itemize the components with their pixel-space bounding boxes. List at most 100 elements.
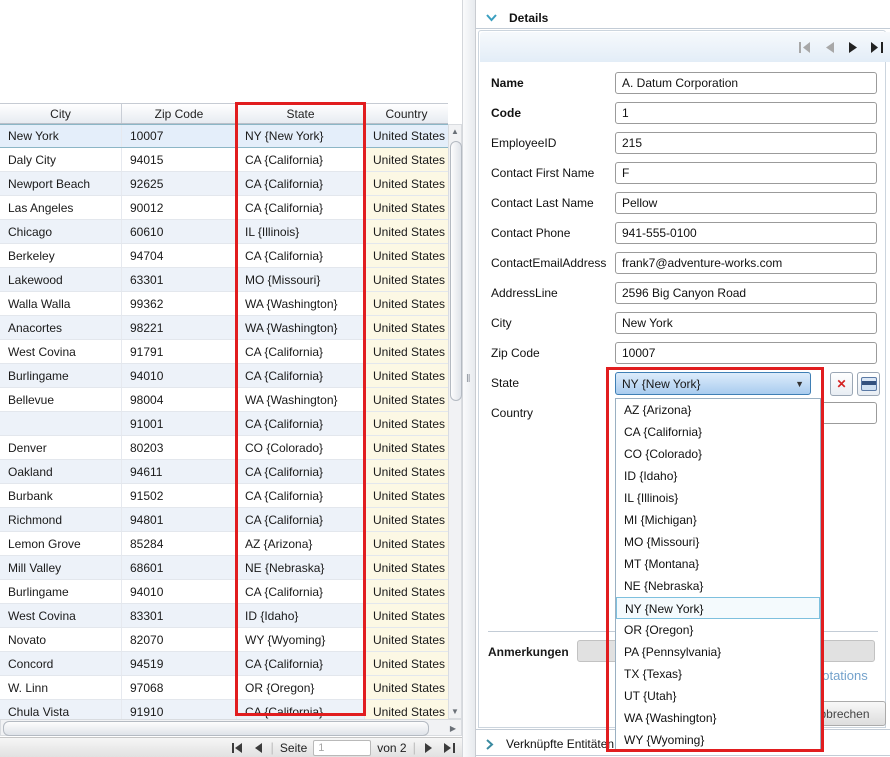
next-page-button[interactable] xyxy=(422,742,436,754)
state-option[interactable]: TX {Texas} xyxy=(616,663,820,685)
field-input-addressline[interactable] xyxy=(615,282,877,304)
state-option[interactable]: MT {Montana} xyxy=(616,553,820,575)
state-option[interactable]: AZ {Arizona} xyxy=(616,399,820,421)
panel-splitter[interactable]: ‖ xyxy=(462,0,476,757)
field-input-name[interactable] xyxy=(615,72,877,94)
vertical-scrollbar[interactable]: ▲ ▼ xyxy=(448,124,462,719)
next-page-icon xyxy=(425,743,433,753)
vertical-scrollbar-thumb[interactable] xyxy=(450,141,462,401)
scroll-down-icon[interactable]: ▼ xyxy=(449,707,461,716)
field-input-zip-code[interactable] xyxy=(615,342,877,364)
table-row[interactable]: W. Linn97068OR {Oregon}United States xyxy=(0,676,448,700)
cell-city: Mill Valley xyxy=(0,556,122,579)
state-combobox[interactable]: NY {New York} ▼ xyxy=(615,372,811,395)
prev-record-button[interactable] xyxy=(822,40,836,54)
state-option[interactable]: MO {Missouri} xyxy=(616,531,820,553)
cell-city: Walla Walla xyxy=(0,292,122,315)
first-record-button[interactable] xyxy=(798,40,812,54)
cell-zip: 99362 xyxy=(122,292,237,315)
cell-zip: 94801 xyxy=(122,508,237,531)
details-title: Details xyxy=(509,11,548,25)
table-row[interactable]: Berkeley94704CA {California}United State… xyxy=(0,244,448,268)
cell-zip: 94010 xyxy=(122,580,237,603)
last-record-button[interactable] xyxy=(870,40,884,54)
table-row[interactable]: Novato82070WY {Wyoming}United States xyxy=(0,628,448,652)
cell-zip: 60610 xyxy=(122,220,237,243)
field-input-contactemailaddress[interactable] xyxy=(615,252,877,274)
field-input-city[interactable] xyxy=(615,312,877,334)
cell-city: Lakewood xyxy=(0,268,122,291)
table-row[interactable]: 91001CA {California}United States xyxy=(0,412,448,436)
prev-page-button[interactable] xyxy=(251,742,265,754)
column-header-zip-code[interactable]: Zip Code xyxy=(122,104,237,123)
horizontal-scrollbar-thumb[interactable] xyxy=(3,721,429,736)
clear-state-button[interactable]: ✕ xyxy=(830,372,853,396)
field-input-code[interactable] xyxy=(615,102,877,124)
next-record-icon xyxy=(849,42,858,53)
table-row[interactable]: Bellevue98004WA {Washington}United State… xyxy=(0,388,448,412)
horizontal-scrollbar[interactable]: ▶ xyxy=(0,719,462,736)
cell-country: United States xyxy=(365,460,448,483)
first-page-button[interactable] xyxy=(231,742,245,754)
table-row[interactable]: Oakland94611CA {California}United States xyxy=(0,460,448,484)
cell-country: United States xyxy=(365,508,448,531)
table-row[interactable]: Denver80203CO {Colorado}United States xyxy=(0,436,448,460)
state-option[interactable]: PA {Pennsylvania} xyxy=(616,641,820,663)
table-row[interactable]: Newport Beach92625CA {California}United … xyxy=(0,172,448,196)
state-option[interactable]: OR {Oregon} xyxy=(616,619,820,641)
table-row[interactable]: Lemon Grove85284AZ {Arizona}United State… xyxy=(0,532,448,556)
field-label-contact-first-name: Contact First Name xyxy=(491,166,594,180)
table-row[interactable]: Concord94519CA {California}United States xyxy=(0,652,448,676)
state-option[interactable]: NE {Nebraska} xyxy=(616,575,820,597)
pager-bar: | Seite von 2 | xyxy=(0,737,462,757)
field-input-contact-first-name[interactable] xyxy=(615,162,877,184)
last-page-button[interactable] xyxy=(442,742,456,754)
table-row[interactable]: West Covina91791CA {California}United St… xyxy=(0,340,448,364)
table-row[interactable]: Walla Walla99362WA {Washington}United St… xyxy=(0,292,448,316)
state-option[interactable]: ID {Idaho} xyxy=(616,465,820,487)
state-option[interactable]: MI {Michigan} xyxy=(616,509,820,531)
table-row[interactable]: Burlingame94010CA {California}United Sta… xyxy=(0,580,448,604)
scroll-right-icon[interactable]: ▶ xyxy=(447,724,459,733)
cell-city: Oakland xyxy=(0,460,122,483)
next-record-button[interactable] xyxy=(846,40,860,54)
table-row[interactable]: Richmond94801CA {California}United State… xyxy=(0,508,448,532)
table-row[interactable]: West Covina83301ID {Idaho}United States xyxy=(0,604,448,628)
scroll-up-icon[interactable]: ▲ xyxy=(449,127,461,136)
state-option[interactable]: CA {California} xyxy=(616,421,820,443)
table-row[interactable]: Burlingame94010CA {California}United Sta… xyxy=(0,364,448,388)
state-option[interactable]: IL {Illinois} xyxy=(616,487,820,509)
state-option[interactable]: UT {Utah} xyxy=(616,685,820,707)
table-row[interactable]: Mill Valley68601NE {Nebraska}United Stat… xyxy=(0,556,448,580)
cell-city: Concord xyxy=(0,652,122,675)
cell-state: MO {Missouri} xyxy=(237,268,365,291)
column-header-city[interactable]: City xyxy=(0,104,122,123)
column-header-country[interactable]: Country xyxy=(365,104,448,123)
field-input-contact-last-name[interactable] xyxy=(615,192,877,214)
state-option[interactable]: WY {Wyoming} xyxy=(616,729,820,751)
column-header-state[interactable]: State xyxy=(237,104,365,123)
grid-body: New York10007NY {New York}United StatesD… xyxy=(0,124,448,719)
chevron-right-icon xyxy=(486,739,494,750)
field-input-contact-phone[interactable] xyxy=(615,222,877,244)
table-row[interactable]: Anacortes98221WA {Washington}United Stat… xyxy=(0,316,448,340)
field-row-contactemailaddress: ContactEmailAddress xyxy=(479,252,887,276)
table-row[interactable]: Las Angeles90012CA {California}United St… xyxy=(0,196,448,220)
table-row[interactable]: Lakewood63301MO {Missouri}United States xyxy=(0,268,448,292)
state-option[interactable]: CO {Colorado} xyxy=(616,443,820,465)
cell-state: CA {California} xyxy=(237,700,365,719)
record-nav-strip xyxy=(480,32,890,62)
table-row[interactable]: New York10007NY {New York}United States xyxy=(0,124,448,148)
state-option[interactable]: NY {New York} xyxy=(616,597,820,619)
details-expander[interactable]: Details xyxy=(478,8,888,28)
table-row[interactable]: Burbank91502CA {California}United States xyxy=(0,484,448,508)
page-number-input[interactable] xyxy=(313,740,371,756)
open-lookup-button[interactable] xyxy=(857,372,880,396)
table-row[interactable]: Daly City94015CA {California}United Stat… xyxy=(0,148,448,172)
state-option[interactable]: WA {Washington} xyxy=(616,707,820,729)
annotations-link[interactable]: notations xyxy=(815,668,868,683)
field-input-employeeid[interactable] xyxy=(615,132,877,154)
table-row[interactable]: Chula Vista91910CA {California}United St… xyxy=(0,700,448,719)
state-field-label: State xyxy=(491,376,519,390)
table-row[interactable]: Chicago60610IL {Illinois}United States xyxy=(0,220,448,244)
